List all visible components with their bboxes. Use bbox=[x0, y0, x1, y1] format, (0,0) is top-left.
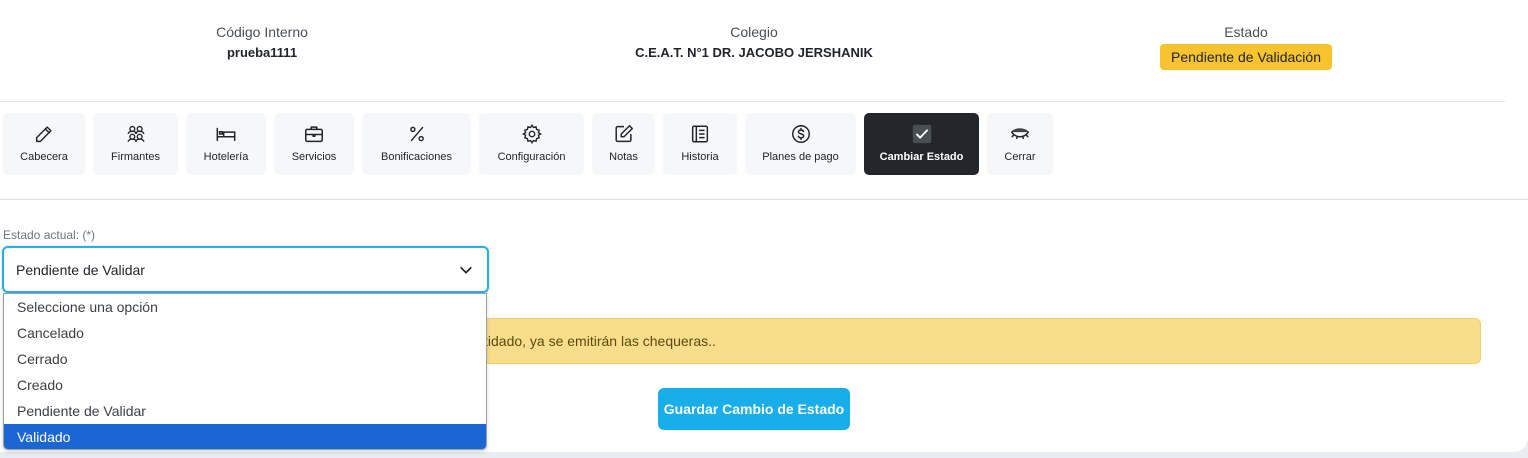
journal-icon bbox=[663, 123, 737, 145]
tab-label: Cerrar bbox=[1004, 151, 1036, 163]
main-card: Código Interno prueba1111 Colegio C.E.A.… bbox=[0, 0, 1528, 452]
tab-configuracion[interactable]: Configuración bbox=[479, 113, 584, 175]
codigo-interno: Código Interno prueba1111 bbox=[162, 24, 362, 61]
tab-cambiar-estado[interactable]: Cambiar Estado bbox=[864, 113, 979, 175]
tab-historia[interactable]: Historia bbox=[663, 113, 737, 175]
colegio: Colegio C.E.A.T. N°1 DR. JACOBO JERSHANI… bbox=[554, 24, 954, 61]
dropdown-option[interactable]: Cerrado bbox=[4, 346, 486, 372]
estado: Estado Pendiente de Validación bbox=[1146, 24, 1346, 70]
tab-cerrar[interactable]: Cerrar bbox=[987, 113, 1053, 175]
tab-hoteleria[interactable]: Hotelería bbox=[186, 113, 266, 175]
select-value: Pendiente de Validar bbox=[16, 262, 145, 278]
dropdown-option[interactable]: Cancelado bbox=[4, 320, 486, 346]
tab-label: Notas bbox=[609, 151, 638, 163]
estado-dropdown-list: Seleccione una opción Cancelado Cerrado … bbox=[3, 293, 487, 450]
tab-label: Servicios bbox=[291, 151, 337, 163]
bed-icon bbox=[186, 123, 266, 145]
edit-note-icon bbox=[592, 123, 655, 145]
colegio-value: C.E.A.T. N°1 DR. JACOBO JERSHANIK bbox=[635, 45, 873, 60]
estado-actual-label: Estado actual: (*) bbox=[3, 228, 96, 242]
info-alert: tidado, ya se emitirán las chequeras.. bbox=[410, 318, 1481, 364]
estado-label: Estado bbox=[1224, 24, 1268, 40]
divider bbox=[0, 101, 1505, 102]
eye-closed-icon bbox=[987, 123, 1053, 145]
tab-label: Cambiar Estado bbox=[879, 151, 964, 163]
tab-servicios[interactable]: Servicios bbox=[274, 113, 354, 175]
gear-icon bbox=[479, 123, 584, 145]
dropdown-option-highlighted[interactable]: Validado bbox=[4, 424, 486, 449]
tab-label: Bonificaciones bbox=[381, 151, 452, 163]
dropdown-option[interactable]: Seleccione una opción bbox=[4, 294, 486, 320]
dropdown-option[interactable]: Creado bbox=[4, 372, 486, 398]
tab-bonificaciones[interactable]: Bonificaciones bbox=[362, 113, 471, 175]
tab-label: Planes de pago bbox=[762, 151, 839, 163]
codigo-value: prueba1111 bbox=[226, 45, 298, 60]
status-badge: Pendiente de Validación bbox=[1160, 44, 1332, 70]
users-icon bbox=[93, 123, 178, 145]
tab-label: Configuración bbox=[497, 151, 566, 163]
dollar-circle-icon bbox=[745, 123, 856, 145]
dropdown-option[interactable]: Pendiente de Validar bbox=[4, 398, 486, 424]
tab-label: Firmantes bbox=[111, 151, 160, 163]
codigo-label: Código Interno bbox=[216, 24, 308, 40]
tab-label: Historia bbox=[681, 151, 719, 163]
colegio-label: Colegio bbox=[730, 24, 778, 40]
tab-label: Hotelería bbox=[203, 151, 249, 163]
tab-cabecera[interactable]: Cabecera bbox=[3, 113, 85, 175]
tab-notas[interactable]: Notas bbox=[592, 113, 655, 175]
chevron-down-icon bbox=[460, 266, 472, 274]
tab-label: Cabecera bbox=[20, 151, 68, 163]
briefcase-icon bbox=[274, 123, 354, 145]
tab-firmantes[interactable]: Firmantes bbox=[93, 113, 178, 175]
save-button[interactable]: Guardar Cambio de Estado bbox=[658, 388, 850, 430]
check-icon bbox=[864, 123, 979, 145]
tab-planes-de-pago[interactable]: Planes de pago bbox=[745, 113, 856, 175]
divider bbox=[0, 199, 1528, 200]
percent-icon bbox=[362, 123, 471, 145]
pencil-icon bbox=[3, 123, 85, 145]
alert-text: tidado, ya se emitirán las chequeras.. bbox=[484, 333, 716, 349]
estado-select[interactable]: Pendiente de Validar bbox=[2, 246, 489, 293]
